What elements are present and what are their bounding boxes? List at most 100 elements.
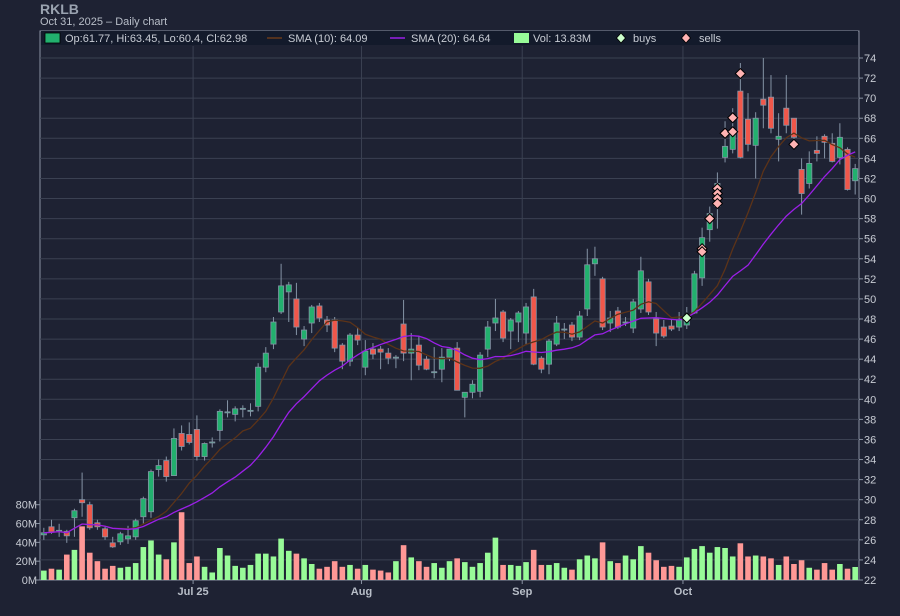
volume-bar: [400, 545, 407, 580]
candle-body: [538, 357, 545, 370]
candle-body: [392, 356, 399, 359]
ohlc-swatch: [44, 32, 61, 44]
legend-ohlc: Op:61.77, Hi:63.45, Lo:60.4, Cl:62.98: [65, 33, 247, 45]
volume-bar: [354, 568, 361, 580]
candle-body: [576, 315, 583, 338]
candle-body: [676, 319, 683, 328]
candle-body: [186, 434, 193, 443]
candle-body: [461, 391, 468, 398]
volume-bar: [638, 546, 644, 580]
candle-body: [492, 317, 499, 324]
candle-body: [530, 296, 537, 365]
candle-body: [653, 318, 660, 334]
volume-bar: [255, 553, 261, 580]
volume-bar: [553, 563, 560, 580]
price-tick-label: 46: [864, 334, 876, 346]
candle-body: [599, 278, 606, 328]
volume-bar: [416, 561, 422, 580]
price-tick-label: 50: [864, 294, 876, 306]
volume-bar: [439, 567, 445, 580]
date-tick-label: Jul 25: [177, 586, 208, 598]
volume-bar: [56, 569, 62, 580]
price-tick-label: 66: [864, 133, 876, 145]
price-tick-label: 40: [864, 394, 876, 406]
volume-bar: [102, 568, 108, 580]
candle-body: [668, 325, 675, 330]
volume-bar: [385, 572, 392, 580]
volume-bar: [546, 564, 552, 580]
volume-bar: [285, 550, 292, 580]
volume-bar: [768, 558, 774, 580]
candle-body: [523, 306, 530, 334]
candle-body: [301, 329, 308, 340]
volume-bar: [148, 540, 154, 580]
volume-bar: [599, 542, 606, 580]
volume-bar: [462, 562, 468, 580]
legend-sma10: SMA (10): 64.09: [288, 33, 368, 45]
price-tick-label: 24: [864, 555, 876, 567]
volume-bar: [247, 564, 254, 580]
candle-body: [660, 326, 667, 337]
candle-body: [102, 528, 109, 538]
volume-bar: [523, 562, 529, 580]
volume-tick-label: 20M: [16, 556, 37, 568]
volume-bar: [63, 554, 70, 580]
volume-bar: [729, 556, 736, 580]
price-tick-label: 32: [864, 475, 876, 487]
volume-bar: [362, 564, 369, 580]
candle-body: [109, 542, 116, 548]
volume-bar: [615, 563, 621, 580]
candle-body: [431, 371, 438, 374]
volume-bar: [278, 538, 284, 580]
volume-bar: [94, 561, 101, 580]
price-tick-label: 36: [864, 434, 876, 446]
candle-body: [691, 273, 698, 314]
candle-body: [500, 311, 507, 339]
volume-tick-label: 60M: [16, 519, 37, 531]
volume-bar: [132, 563, 139, 580]
volume-bar: [484, 552, 491, 580]
volume-bar: [155, 554, 162, 580]
volume-bar: [224, 555, 231, 580]
candle-body: [415, 344, 422, 366]
volume-bar: [201, 566, 208, 580]
candle-body: [362, 350, 369, 368]
candle-body: [339, 344, 346, 362]
candle-body: [568, 324, 575, 338]
volume-bar: [163, 559, 170, 580]
candle-body: [293, 298, 300, 328]
price-tick-label: 60: [864, 194, 876, 206]
price-tick-label: 44: [864, 354, 876, 366]
volume-bar: [377, 570, 384, 580]
volume-bar: [645, 552, 652, 580]
volume-tick-label: 0M: [22, 575, 37, 587]
volume-bar: [408, 557, 415, 580]
candle-body: [783, 107, 790, 126]
candle-body: [775, 135, 782, 140]
volume-bar: [837, 563, 843, 580]
candlestick-chart[interactable]: 22 24 26 28 30 32 34 36 38 40 42 44 46 48 50 52 54 56 58 60…: [0, 0, 900, 616]
legend-volume: Vol: 13.83M: [533, 33, 591, 45]
price-tick-label: 26: [864, 535, 876, 547]
volume-bar: [814, 569, 820, 580]
candle-body: [316, 305, 323, 319]
price-tick-label: 58: [864, 214, 876, 226]
price-tick-label: 56: [864, 234, 876, 246]
volume-bar: [829, 569, 836, 580]
candle-body: [385, 352, 392, 359]
volume-bar: [125, 566, 131, 580]
volume-bar: [209, 572, 216, 580]
candle-body: [170, 438, 177, 477]
volume-bar: [538, 564, 545, 580]
volume-bar: [370, 569, 376, 580]
candle-body: [140, 498, 147, 518]
candle-body: [232, 408, 239, 415]
price-tick-label: 64: [864, 153, 876, 165]
volume-bar: [714, 547, 721, 580]
candle-body: [48, 526, 55, 533]
volume-bar: [706, 552, 713, 580]
volume-bar: [699, 546, 705, 580]
volume-swatch: [514, 33, 529, 43]
volume-bar: [240, 567, 246, 580]
volume-bar: [798, 560, 805, 580]
